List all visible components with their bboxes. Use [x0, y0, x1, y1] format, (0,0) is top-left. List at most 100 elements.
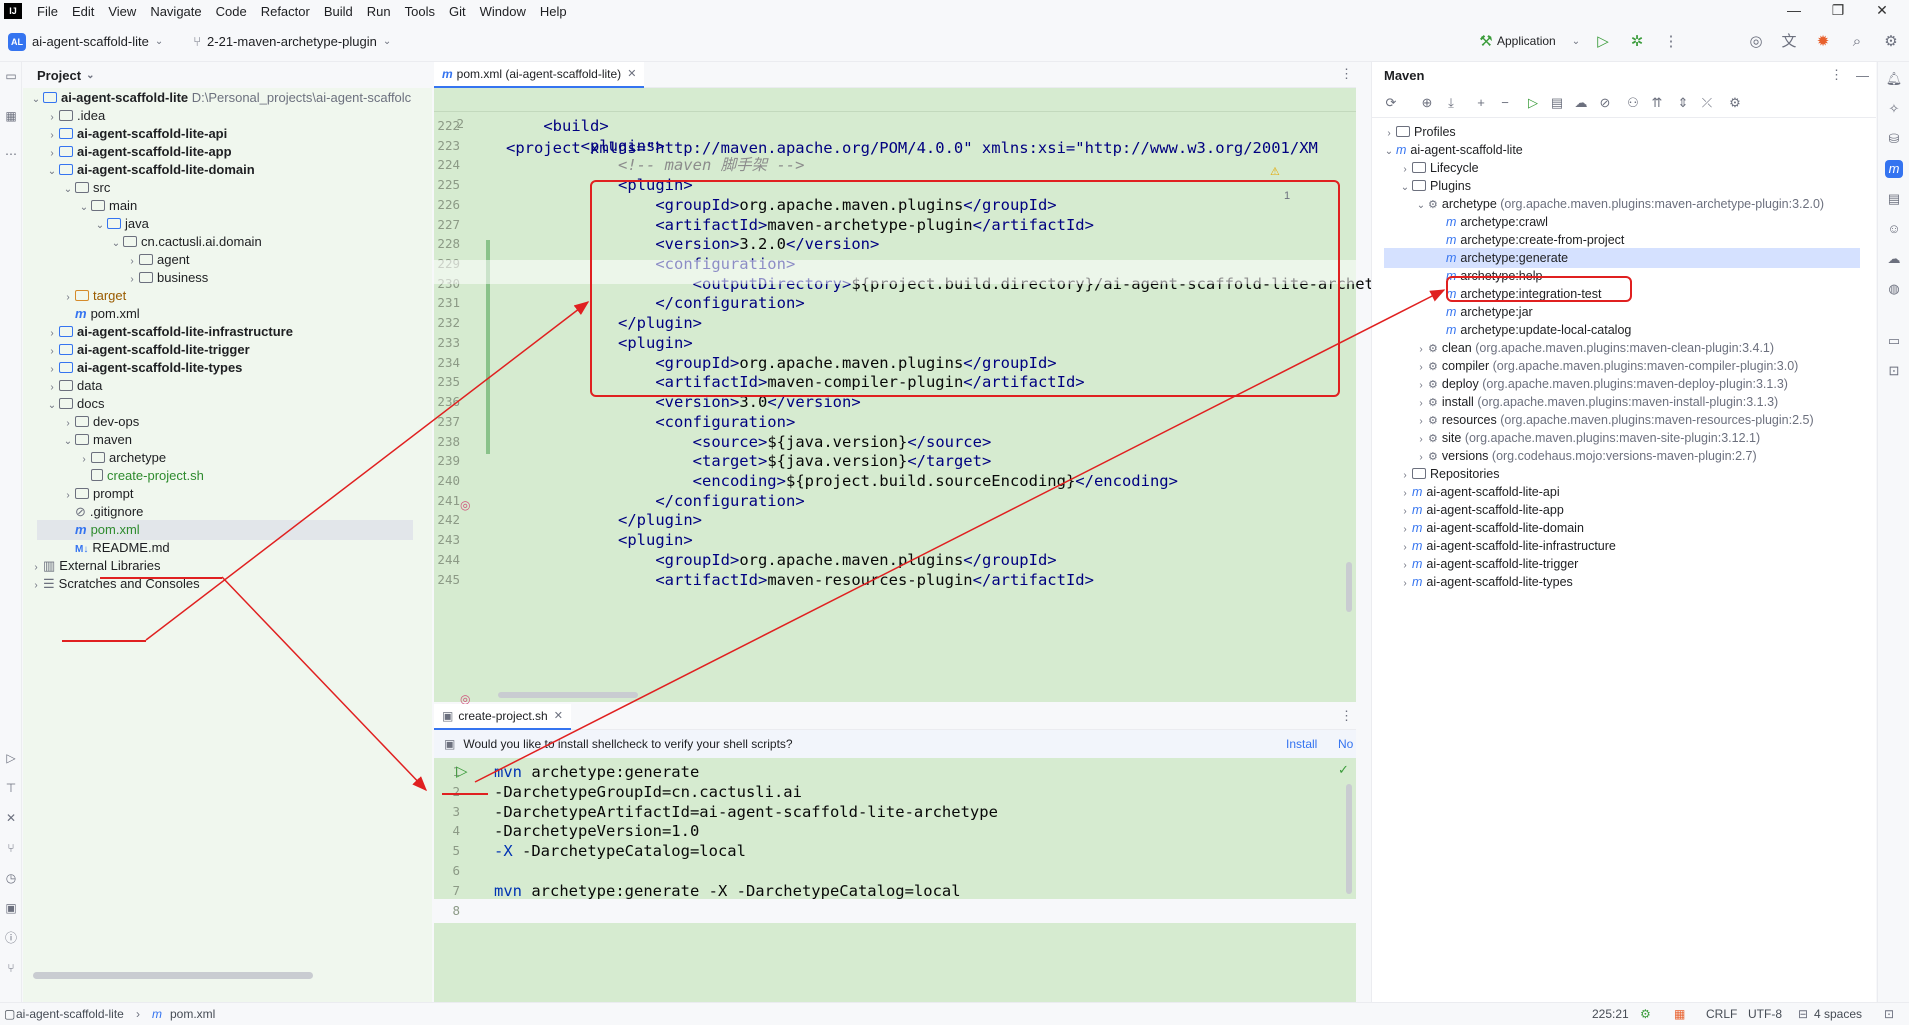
- shell-line[interactable]: 8: [434, 898, 1356, 923]
- run-tool-icon[interactable]: ▷: [3, 750, 19, 766]
- maximize-button[interactable]: ❐: [1816, 0, 1860, 22]
- build-tool-icon[interactable]: ⊤: [3, 780, 19, 796]
- globe-icon[interactable]: ◍: [1885, 280, 1903, 298]
- tree-item-archetype[interactable]: › archetype: [77, 448, 166, 468]
- maven-item-profiles[interactable]: › Profiles: [1382, 122, 1455, 142]
- expand-all-icon[interactable]: ⇕: [1674, 94, 1692, 112]
- goal-archetype-generate[interactable]: m archetype:generate: [1384, 248, 1860, 268]
- menu-view[interactable]: View: [101, 4, 143, 19]
- lock-icon[interactable]: ⊡: [1884, 1007, 1894, 1021]
- debug-icon[interactable]: ✲: [1626, 31, 1648, 53]
- line-separator[interactable]: CRLF: [1706, 1007, 1737, 1021]
- tree-item-trigger[interactable]: › ai-agent-scaffold-lite-trigger: [45, 340, 249, 360]
- maven-module-infrastructure[interactable]: › m ai-agent-scaffold-lite-infrastructure: [1398, 536, 1616, 556]
- tab-pom-xml[interactable]: m pom.xml (ai-agent-scaffold-lite) ✕: [434, 61, 645, 88]
- download-icon[interactable]: ⤓: [1442, 94, 1460, 112]
- maven-plugin-compiler[interactable]: › ⚙ compiler (org.apache.maven.plugins:mav…: [1414, 356, 1798, 376]
- tree-item-dev-ops[interactable]: › dev-ops: [61, 412, 139, 432]
- more-icon[interactable]: ⋮: [1660, 31, 1682, 53]
- dismiss-shellcheck-link[interactable]: No: [1338, 737, 1353, 751]
- bookmark-icon[interactable]: ⊡: [1885, 362, 1903, 380]
- vcs-icon[interactable]: ⑂: [3, 960, 19, 976]
- maven-tool-icon[interactable]: m: [1885, 160, 1903, 178]
- plugin-sun-icon[interactable]: ✹: [1812, 31, 1834, 53]
- maven-item-lifecycle[interactable]: › Lifecycle: [1398, 158, 1478, 178]
- more-icon[interactable]: ⋮: [1830, 67, 1843, 83]
- file-encoding[interactable]: UTF-8: [1748, 1007, 1782, 1021]
- menu-file[interactable]: File: [30, 4, 65, 19]
- menu-git[interactable]: Git: [442, 4, 473, 19]
- remove-icon[interactable]: −: [1496, 94, 1514, 112]
- run-config-icon[interactable]: ▤: [1548, 94, 1566, 112]
- tree-item-create-project-sh[interactable]: create-project.sh: [91, 466, 204, 486]
- editor-v-scrollbar[interactable]: [1346, 562, 1352, 612]
- gradle-icon[interactable]: ☺: [1885, 220, 1903, 238]
- debug-tool-icon[interactable]: ◷: [3, 870, 19, 886]
- maven-plugin-deploy[interactable]: › ⚙ deploy (org.apache.maven.plugins:maven…: [1414, 374, 1788, 394]
- settings-gear-icon[interactable]: ⚙: [1880, 31, 1902, 53]
- menu-refactor[interactable]: Refactor: [254, 4, 317, 19]
- maven-item-repositories[interactable]: › Repositories: [1398, 464, 1499, 484]
- tree-item-java[interactable]: ⌄ java: [93, 214, 149, 234]
- maven-module-api[interactable]: › m ai-agent-scaffold-lite-api: [1398, 482, 1559, 502]
- goal-archetype-create-from-project[interactable]: m archetype:create-from-project: [1446, 230, 1624, 250]
- maven-module-app[interactable]: › m ai-agent-scaffold-lite-app: [1398, 500, 1563, 520]
- maven-settings-icon[interactable]: ⚙: [1726, 94, 1744, 112]
- install-shellcheck-link[interactable]: Install: [1286, 737, 1317, 751]
- maven-plugin-clean[interactable]: › ⚙ clean (org.apache.maven.plugins:maven-…: [1414, 338, 1774, 358]
- maven-item-plugins[interactable]: ⌄ Plugins: [1398, 176, 1471, 196]
- tree-item-domain-pom[interactable]: m pom.xml: [75, 304, 140, 324]
- tree-item-data[interactable]: › data: [45, 376, 102, 396]
- maven-plugin-resources[interactable]: › ⚙ resources (org.apache.maven.plugins:ma…: [1414, 410, 1813, 430]
- ai-assistant-icon[interactable]: ✧: [1885, 100, 1903, 118]
- collapse-all-icon[interactable]: ⤫: [1698, 94, 1716, 112]
- goal-archetype-jar[interactable]: m archetype:jar: [1446, 302, 1533, 322]
- tree-item-types[interactable]: › ai-agent-scaffold-lite-types: [45, 358, 242, 378]
- goal-archetype-integration-test[interactable]: m archetype:integration-test: [1446, 284, 1601, 304]
- tree-item-main[interactable]: ⌄ main: [77, 196, 137, 216]
- tree-item-package[interactable]: ⌄ cn.cactusli.ai.domain: [109, 232, 262, 252]
- project-panel-title[interactable]: Project: [37, 68, 81, 83]
- windows-icon[interactable]: ▦: [1674, 1007, 1685, 1021]
- run-gutter-icon[interactable]: ▷: [456, 762, 468, 780]
- cloud-icon[interactable]: ☁: [1885, 250, 1903, 268]
- run-icon[interactable]: ▷: [1592, 31, 1614, 53]
- git-tool-icon[interactable]: ⑂: [3, 840, 19, 856]
- menu-window[interactable]: Window: [473, 4, 533, 19]
- run-maven-icon[interactable]: ▷: [1524, 94, 1542, 112]
- maven-plugin-archetype[interactable]: ⌄ ⚙ archetype (org.apache.maven.plugins:ma…: [1414, 194, 1824, 214]
- menu-build[interactable]: Build: [317, 4, 360, 19]
- tree-item-api[interactable]: › ai-agent-scaffold-lite-api: [45, 124, 227, 144]
- build-hammer-icon[interactable]: ⚒: [1475, 31, 1497, 53]
- maven-module-domain[interactable]: › m ai-agent-scaffold-lite-domain: [1398, 518, 1584, 538]
- reload-icon[interactable]: ⟳: [1382, 94, 1400, 112]
- maven-item-root[interactable]: ⌄ m ai-agent-scaffold-lite: [1382, 140, 1523, 160]
- maven-module-types[interactable]: › m ai-agent-scaffold-lite-types: [1398, 572, 1572, 592]
- tree-item-prompt[interactable]: › prompt: [61, 484, 133, 504]
- tree-item-src[interactable]: ⌄ src: [61, 178, 111, 198]
- toolbox-icon[interactable]: ▭: [1885, 332, 1903, 350]
- menu-help[interactable]: Help: [533, 4, 574, 19]
- goal-archetype-crawl[interactable]: m archetype:crawl: [1446, 212, 1548, 232]
- goal-archetype-help[interactable]: m archetype:help: [1446, 266, 1542, 286]
- endpoints-icon[interactable]: ▤: [1885, 190, 1903, 208]
- maven-plugin-install[interactable]: › ⚙ install (org.apache.maven.plugins:mave…: [1414, 392, 1778, 412]
- breadcrumb-file[interactable]: pom.xml: [170, 1007, 215, 1021]
- project-tool-icon[interactable]: ▭: [3, 68, 19, 84]
- skip-tests-icon[interactable]: ⊘: [1596, 94, 1614, 112]
- menu-navigate[interactable]: Navigate: [143, 4, 208, 19]
- hide-icon[interactable]: —: [1856, 68, 1869, 83]
- tab-more-icon[interactable]: ⋮: [1340, 708, 1353, 724]
- goal-archetype-update-local-catalog[interactable]: m archetype:update-local-catalog: [1446, 320, 1631, 340]
- notifications-icon[interactable]: 🔔︎: [1885, 70, 1903, 88]
- horizontal-scrollbar[interactable]: [33, 972, 313, 979]
- tree-item-root[interactable]: ⌄ ai-agent-scaffold-lite D:\Personal_proj…: [29, 88, 411, 108]
- maven-plugin-versions[interactable]: › ⚙ versions (org.codehaus.mojo:versions-m…: [1414, 446, 1756, 466]
- tree-item-business[interactable]: › business: [125, 268, 208, 288]
- tree-item-domain[interactable]: ⌄ ai-agent-scaffold-lite-domain: [45, 160, 255, 180]
- vcs-status-icon[interactable]: ⚙: [1640, 1007, 1651, 1021]
- add-icon[interactable]: +: [1472, 94, 1490, 112]
- minimize-button[interactable]: —: [1772, 0, 1816, 22]
- tree-item-idea[interactable]: › .idea: [45, 106, 105, 126]
- maven-module-trigger[interactable]: › m ai-agent-scaffold-lite-trigger: [1398, 554, 1578, 574]
